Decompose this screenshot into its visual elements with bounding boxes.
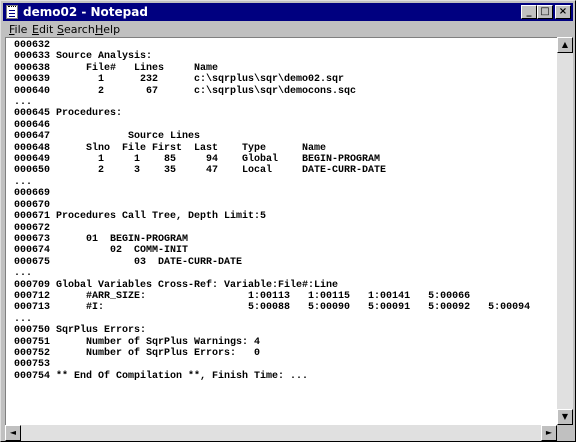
text-line: 000673 01 BEGIN-PROGRAM — [14, 233, 189, 245]
text-line: 000645 Procedures: — [14, 108, 123, 120]
text-line: ... — [14, 313, 33, 325]
text-line: 000633 Source Analysis: — [14, 51, 153, 63]
vertical-scrollbar[interactable]: ▲ ▼ — [557, 37, 573, 425]
menu-search[interactable]: Search — [57, 23, 95, 37]
menu-edit[interactable]: Edit — [32, 23, 53, 37]
text-line: 000640 2 67 c:\sqrplus\sqr\democons.sqc — [14, 85, 357, 97]
notepad-icon[interactable] — [6, 5, 18, 19]
size-grip — [557, 425, 573, 441]
text-line: 000648 Slno File First Last Type Name — [14, 142, 327, 154]
menu-help[interactable]: Help — [95, 23, 120, 37]
text-line: 000649 1 1 85 94 Global BEGIN-PROGRAM — [14, 154, 381, 166]
text-line: 000712 #ARR_SIZE: 1:00113 1:00115 1:0014… — [14, 290, 471, 302]
text-line: 000632 — [14, 40, 51, 51]
close-button[interactable]: × — [555, 5, 571, 19]
text-line: 000638 File# Lines Name — [14, 62, 219, 74]
text-line: 000709 Global Variables Cross-Ref: Varia… — [14, 279, 339, 291]
scroll-down-button[interactable]: ▼ — [557, 409, 573, 425]
text-editor[interactable]: 000632 000633 Source Analysis: 000638 Fi… — [5, 37, 557, 425]
text-line: 000671 Procedures Call Tree, Depth Limit… — [14, 211, 267, 223]
minimize-button[interactable]: _ — [521, 5, 537, 19]
text-line: 000752 Number of SqrPlus Errors: 0 — [14, 347, 261, 359]
menu-file[interactable]: File — [9, 23, 27, 37]
text-line: 000713 #I: 5:00088 5:00090 5:00091 5:000… — [14, 302, 531, 314]
text-line: 000675 03 DATE-CURR-DATE — [14, 256, 243, 268]
text-line: 000650 2 3 35 47 Local DATE-CURR-DATE — [14, 165, 387, 177]
text-line: 000754 ** End Of Compilation **, Finish … — [14, 370, 309, 382]
text-line: 000670 — [14, 199, 51, 211]
notepad-window: demo02 - Notepad _ □ × File Edit Search … — [0, 0, 576, 442]
text-line: 000647 Source Lines — [14, 131, 201, 143]
scroll-up-button[interactable]: ▲ — [557, 37, 573, 53]
scroll-right-button[interactable]: ► — [541, 425, 557, 441]
horizontal-scrollbar[interactable]: ◄ ► — [5, 425, 557, 441]
scroll-left-button[interactable]: ◄ — [5, 425, 21, 441]
text-line: 000639 1 232 c:\sqrplus\sqr\demo02.sqr — [14, 74, 345, 86]
title-bar[interactable]: demo02 - Notepad _ □ × — [3, 3, 573, 21]
maximize-button[interactable]: □ — [537, 5, 553, 19]
text-line: 000646 — [14, 119, 51, 131]
text-line: ... — [14, 97, 33, 109]
text-line: 000751 Number of SqrPlus Warnings: 4 — [14, 336, 261, 348]
window-title: demo02 - Notepad — [23, 5, 148, 19]
text-line: 000674 02 COMM-INIT — [14, 245, 189, 257]
text-line: ... — [14, 268, 33, 280]
text-line: 000753 — [14, 359, 51, 371]
text-line: ... — [14, 176, 33, 188]
document-text[interactable]: 000632 000633 Source Analysis: 000638 Fi… — [14, 40, 530, 382]
text-line: 000750 SqrPlus Errors: — [14, 325, 147, 337]
text-line: 000672 — [14, 222, 51, 234]
text-line: 000669 — [14, 188, 51, 200]
